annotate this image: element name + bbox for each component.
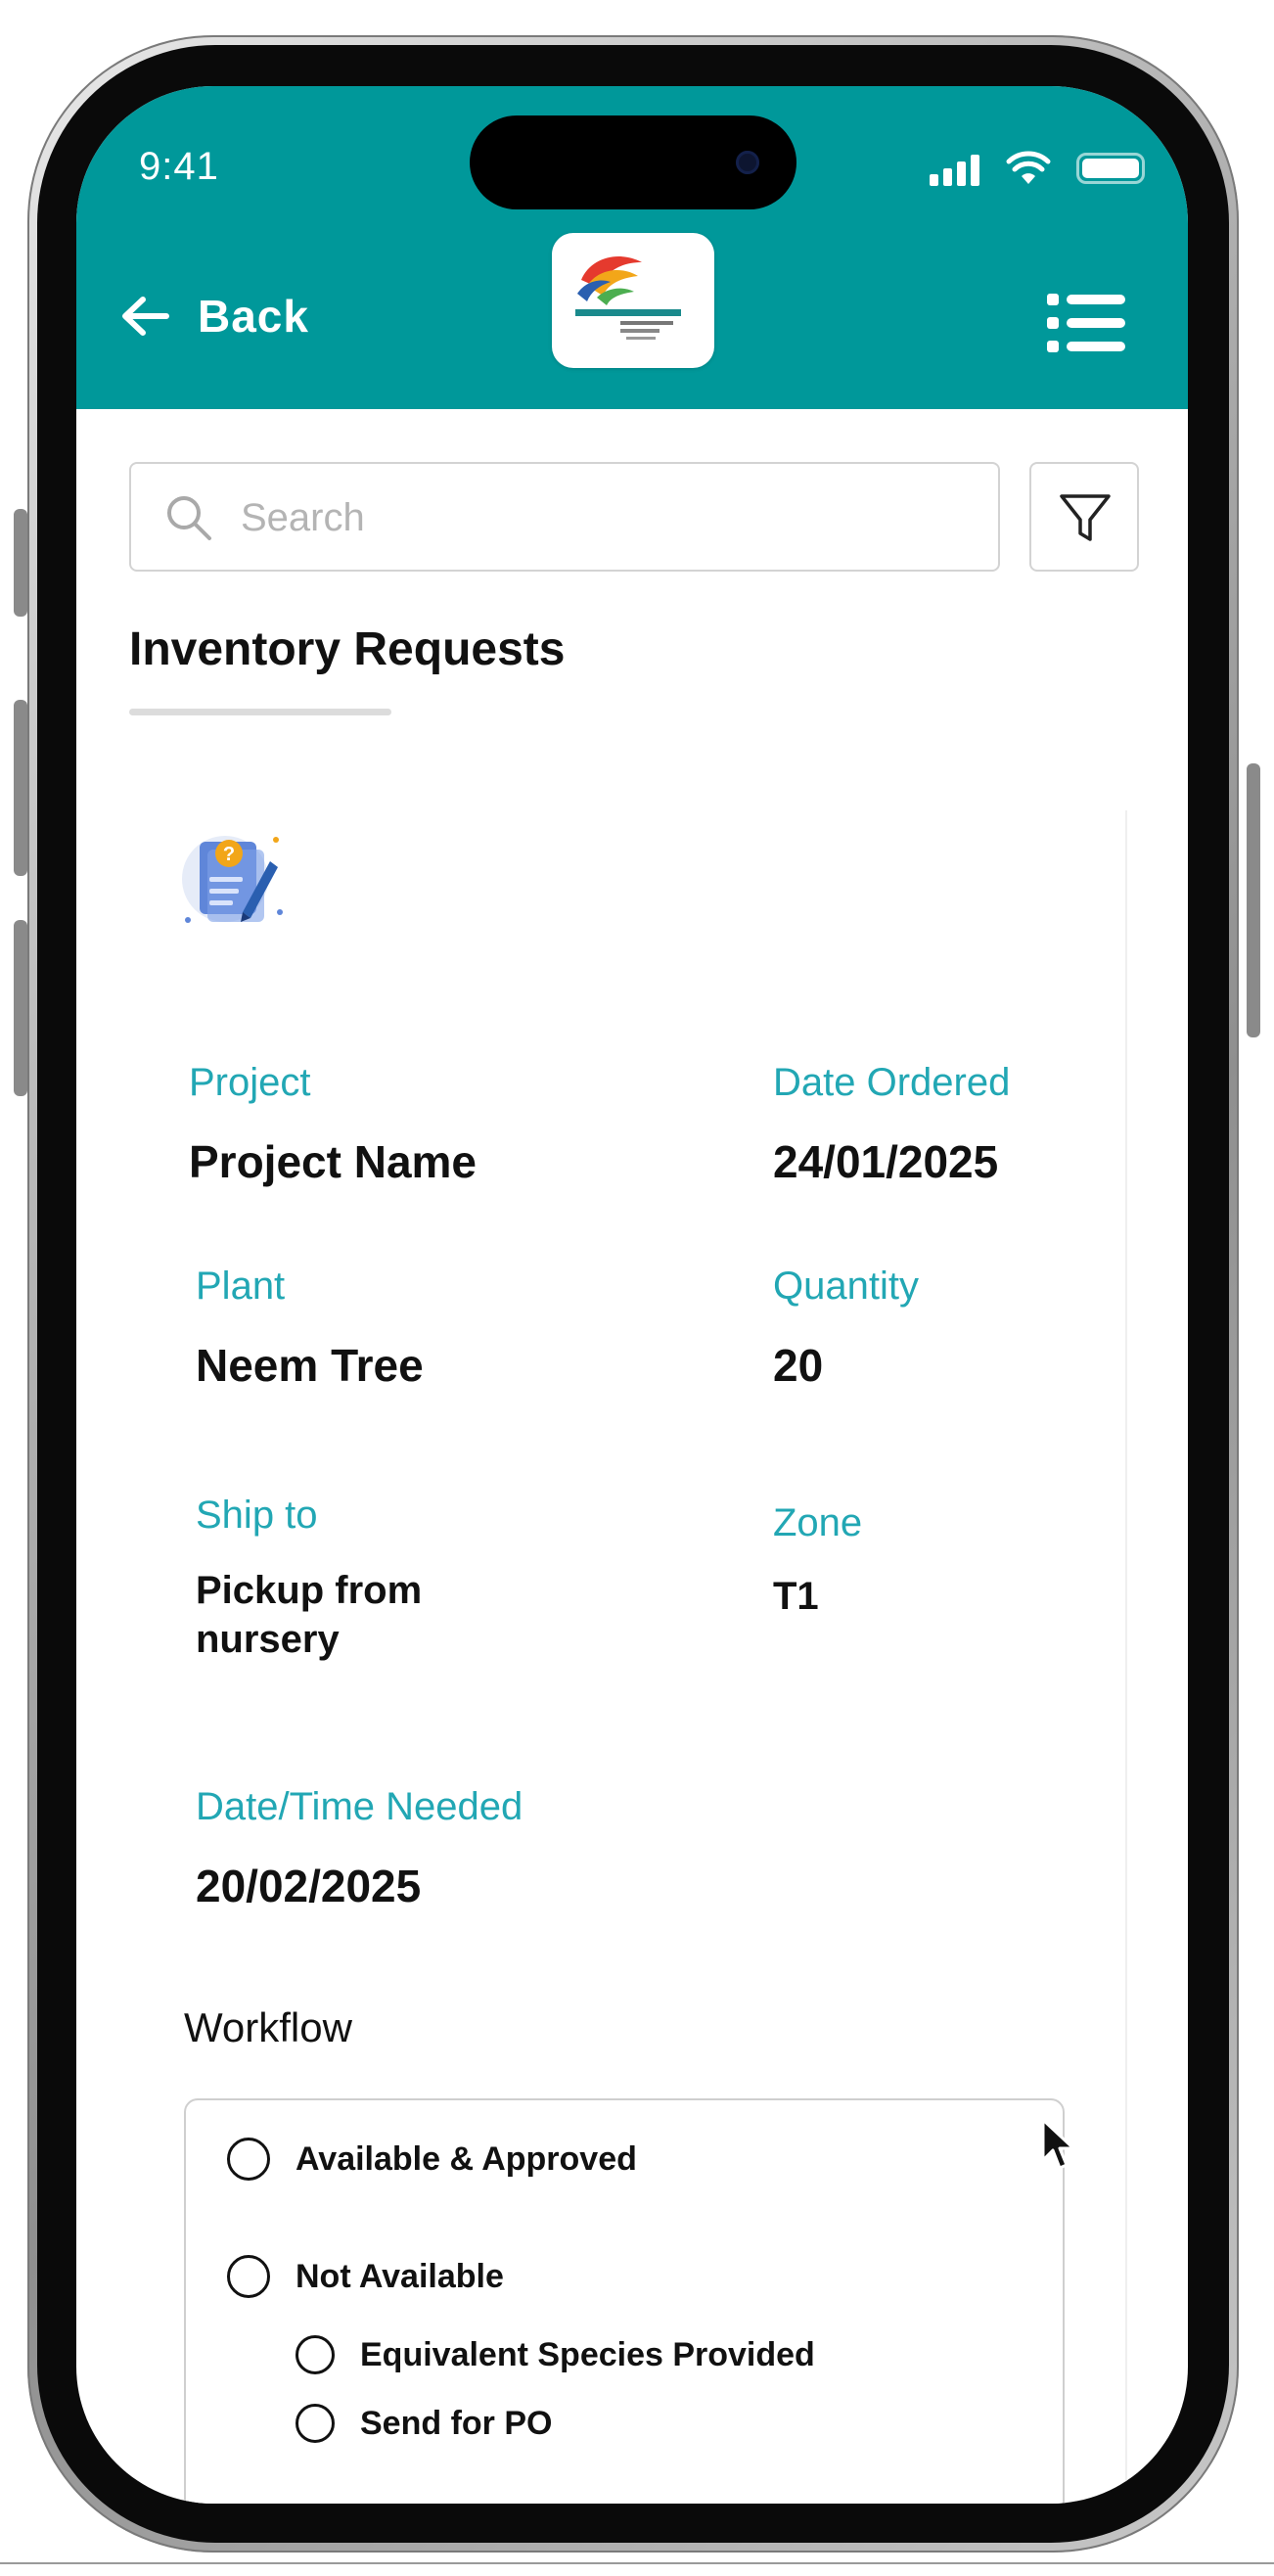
- organization-logo: [552, 233, 714, 368]
- quantity-value: 20: [773, 1340, 824, 1391]
- workflow-option-not-available[interactable]: Not Available: [227, 2255, 504, 2298]
- plant-label: Plant: [196, 1265, 286, 1308]
- volume-up-button: [14, 700, 27, 876]
- project-label: Project: [189, 1061, 311, 1104]
- plant-value: Neem Tree: [196, 1340, 424, 1391]
- zone-label: Zone: [773, 1501, 863, 1544]
- workflow-option-label: Not Available: [296, 2257, 504, 2295]
- page-bottom-rule: [0, 2562, 1274, 2564]
- list-menu-icon[interactable]: [1047, 294, 1125, 352]
- radio-button[interactable]: [227, 2255, 270, 2298]
- cellular-signal-bar: [957, 161, 966, 186]
- status-time: 9:41: [139, 145, 219, 188]
- svg-text:?: ?: [223, 844, 235, 865]
- workflow-option-label: Available & Approved: [296, 2139, 637, 2178]
- date-needed-label: Date/Time Needed: [196, 1785, 523, 1828]
- request-document-icon: ?: [182, 836, 283, 923]
- workflow-panel: Available & Approved Not Available Equiv…: [184, 2098, 1065, 2504]
- workflow-option-label: Equivalent Species Provided: [360, 2335, 815, 2373]
- date-ordered-value: 24/01/2025: [773, 1136, 999, 1187]
- workflow-option-available-approved[interactable]: Available & Approved: [227, 2138, 637, 2181]
- volume-down-button: [14, 920, 27, 1096]
- cellular-signal-icon: [930, 174, 938, 186]
- search-icon: [167, 496, 211, 540]
- quantity-label: Quantity: [773, 1265, 919, 1308]
- request-card-edge: [1125, 810, 1127, 2504]
- zone-value: T1: [773, 1575, 819, 1618]
- back-label: Back: [198, 291, 309, 342]
- workflow-option-send-for-po[interactable]: Send for PO: [296, 2404, 552, 2443]
- ship-to-label: Ship to: [196, 1494, 318, 1537]
- front-camera: [736, 151, 759, 174]
- ship-to-value-line1: Pickup from: [196, 1569, 423, 1612]
- filter-icon: [1060, 494, 1111, 541]
- filter-button[interactable]: [1029, 462, 1139, 572]
- project-value: Project Name: [189, 1136, 478, 1187]
- status-icons: [930, 151, 1145, 186]
- workflow-option-label: Send for PO: [360, 2404, 553, 2442]
- title-underline: [129, 709, 391, 715]
- dynamic-island: [470, 115, 796, 209]
- wifi-icon: [1006, 151, 1051, 184]
- cellular-signal-bar: [943, 168, 952, 186]
- date-needed-value: 20/02/2025: [196, 1861, 422, 1911]
- mute-switch: [14, 509, 27, 617]
- workflow-option-equivalent-species[interactable]: Equivalent Species Provided: [296, 2335, 815, 2374]
- radio-button[interactable]: [296, 2404, 335, 2443]
- power-button: [1247, 763, 1260, 1037]
- ship-to-value: Pickup from nursery: [196, 1566, 422, 1664]
- app-screen: 9:41 Back Search Inventory Requests ? Pr…: [76, 86, 1188, 2504]
- battery-icon: [1076, 153, 1145, 184]
- radio-button[interactable]: [227, 2138, 270, 2181]
- back-button[interactable]: Back: [119, 282, 309, 350]
- date-ordered-label: Date Ordered: [773, 1061, 1011, 1104]
- workflow-title: Workflow: [184, 2004, 352, 2050]
- back-arrow-icon: [122, 297, 169, 336]
- cellular-signal-bar: [971, 155, 979, 186]
- page-title: Inventory Requests: [129, 623, 566, 675]
- app-header: 9:41 Back: [76, 86, 1188, 409]
- search-bar[interactable]: [129, 462, 1000, 572]
- mouse-cursor-icon: [1041, 2118, 1075, 2170]
- search-input[interactable]: [239, 466, 986, 570]
- radio-button[interactable]: [296, 2335, 335, 2374]
- ship-to-value-line2: nursery: [196, 1618, 340, 1661]
